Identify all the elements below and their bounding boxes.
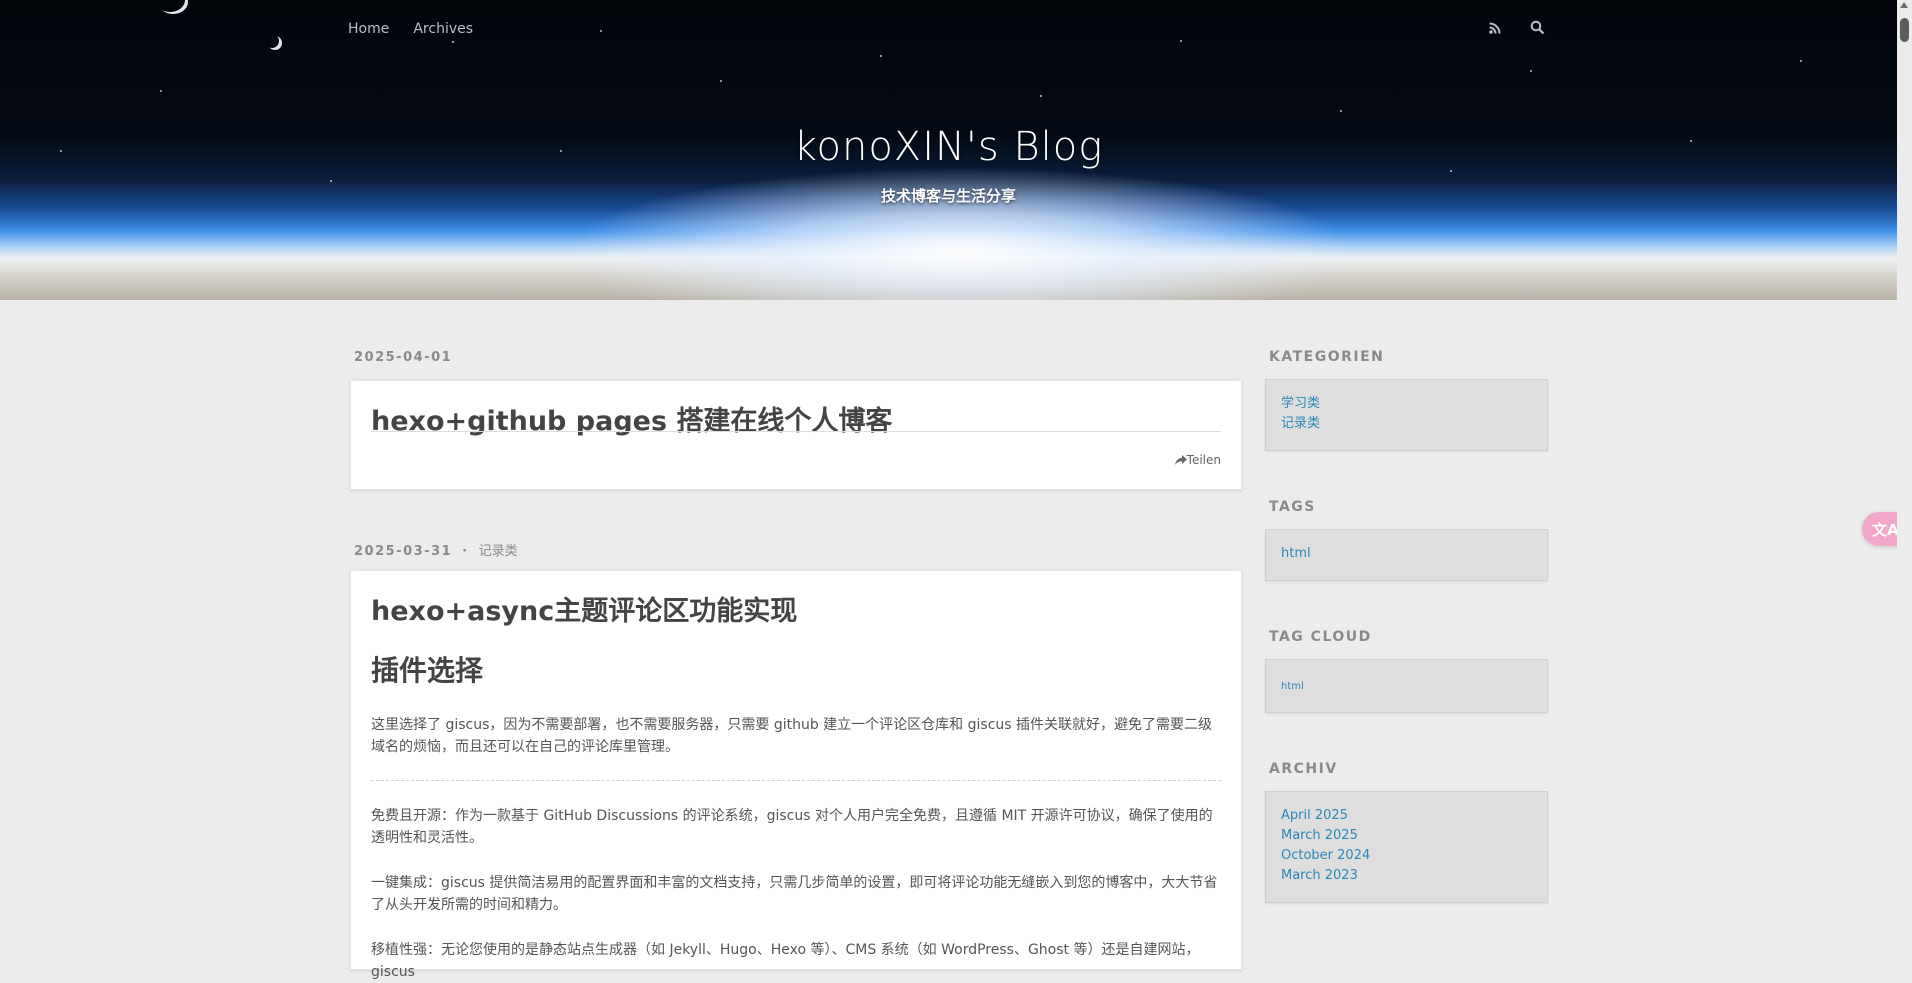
scroll-up-arrow-icon[interactable]	[1900, 2, 1908, 8]
post-date[interactable]: 2025-03-31	[354, 544, 452, 559]
post-card: hexo+github pages 搭建在线个人博客 Teilen	[350, 380, 1242, 490]
post-card: hexo+async主题评论区功能实现 插件选择 这里选择了 giscus，因为…	[350, 570, 1242, 980]
star	[1340, 110, 1342, 112]
star	[160, 90, 162, 92]
archive-link[interactable]: March 2025	[1281, 826, 1532, 846]
star	[880, 55, 882, 57]
star	[1180, 40, 1182, 42]
post-date[interactable]: 2025-04-01	[354, 350, 452, 365]
widget-title-tag-cloud: TAG CLOUD	[1269, 629, 1372, 645]
planet-decoration	[158, 0, 188, 14]
star	[452, 41, 454, 43]
post-paragraph: 移植性强：无论您使用的是静态站点生成器（如 Jekyll、Hugo、Hexo 等…	[371, 942, 1200, 980]
post-category-link[interactable]: 记录类	[479, 544, 518, 559]
archive-widget: April 2025 March 2025 October 2024 March…	[1265, 791, 1548, 903]
nav-icon-group	[1488, 20, 1546, 36]
archive-link[interactable]: October 2024	[1281, 846, 1532, 866]
star	[1450, 170, 1452, 172]
star	[720, 80, 722, 82]
meta-separator: ·	[462, 544, 469, 559]
star	[1040, 95, 1042, 97]
post-paragraph: 一键集成：giscus 提供简洁易用的配置界面和丰富的文档支持，只需几步简单的设…	[371, 875, 1218, 913]
tag-link[interactable]: html	[1281, 544, 1532, 564]
planet-decoration	[268, 36, 282, 50]
post-title-divider	[371, 431, 1221, 432]
tag-cloud-link[interactable]: html	[1281, 680, 1532, 694]
category-link[interactable]: 记录类	[1281, 414, 1532, 434]
search-icon[interactable]	[1530, 20, 1546, 36]
post-meta: 2025-04-01	[354, 350, 452, 365]
share-button[interactable]: Teilen	[1174, 453, 1221, 467]
star	[600, 30, 602, 32]
post-paragraph: 这里选择了 giscus，因为不需要部署，也不需要服务器，只需要 github …	[371, 717, 1213, 755]
site-title: konoXIN's Blog	[793, 124, 1104, 170]
post-paragraph: 免费且开源：作为一款基于 GitHub Discussions 的评论系统，gi…	[371, 808, 1213, 846]
header-banner: Home Archives konoXIN's Blog 技术博客与生活分享	[0, 0, 1897, 300]
translate-icon: 文A	[1872, 521, 1899, 539]
archive-link[interactable]: March 2023	[1281, 866, 1532, 886]
star	[1530, 70, 1532, 72]
top-nav: Home Archives	[348, 21, 473, 37]
widget-title-archive: ARCHIV	[1269, 761, 1338, 777]
tag-cloud-widget: html	[1265, 659, 1548, 713]
widget-title-tags: TAGS	[1269, 499, 1316, 515]
site-subtitle: 技术博客与生活分享	[880, 187, 1016, 205]
post-title[interactable]: hexo+github pages 搭建在线个人博客	[371, 399, 892, 438]
star	[330, 180, 332, 182]
nav-archives-link[interactable]: Archives	[413, 21, 473, 37]
star	[1800, 60, 1802, 62]
post-title[interactable]: hexo+async主题评论区功能实现	[371, 589, 797, 628]
share-label: Teilen	[1186, 453, 1221, 467]
dashed-divider	[371, 780, 1221, 781]
category-link[interactable]: 学习类	[1281, 394, 1532, 414]
categories-widget: 学习类 记录类	[1265, 379, 1548, 451]
tags-widget: html	[1265, 529, 1548, 581]
nav-home-link[interactable]: Home	[348, 21, 389, 37]
post-meta: 2025-03-31 · 记录类	[354, 540, 518, 559]
scrollbar[interactable]	[1897, 0, 1912, 954]
post-section-heading: 插件选择	[371, 654, 484, 687]
share-icon	[1174, 455, 1187, 465]
scrollbar-thumb[interactable]	[1900, 18, 1909, 42]
rss-icon[interactable]	[1488, 20, 1504, 36]
translate-button[interactable]: 文A	[1862, 512, 1900, 546]
archive-link[interactable]: April 2025	[1281, 806, 1532, 826]
widget-title-categories: KATEGORIEN	[1269, 349, 1385, 365]
